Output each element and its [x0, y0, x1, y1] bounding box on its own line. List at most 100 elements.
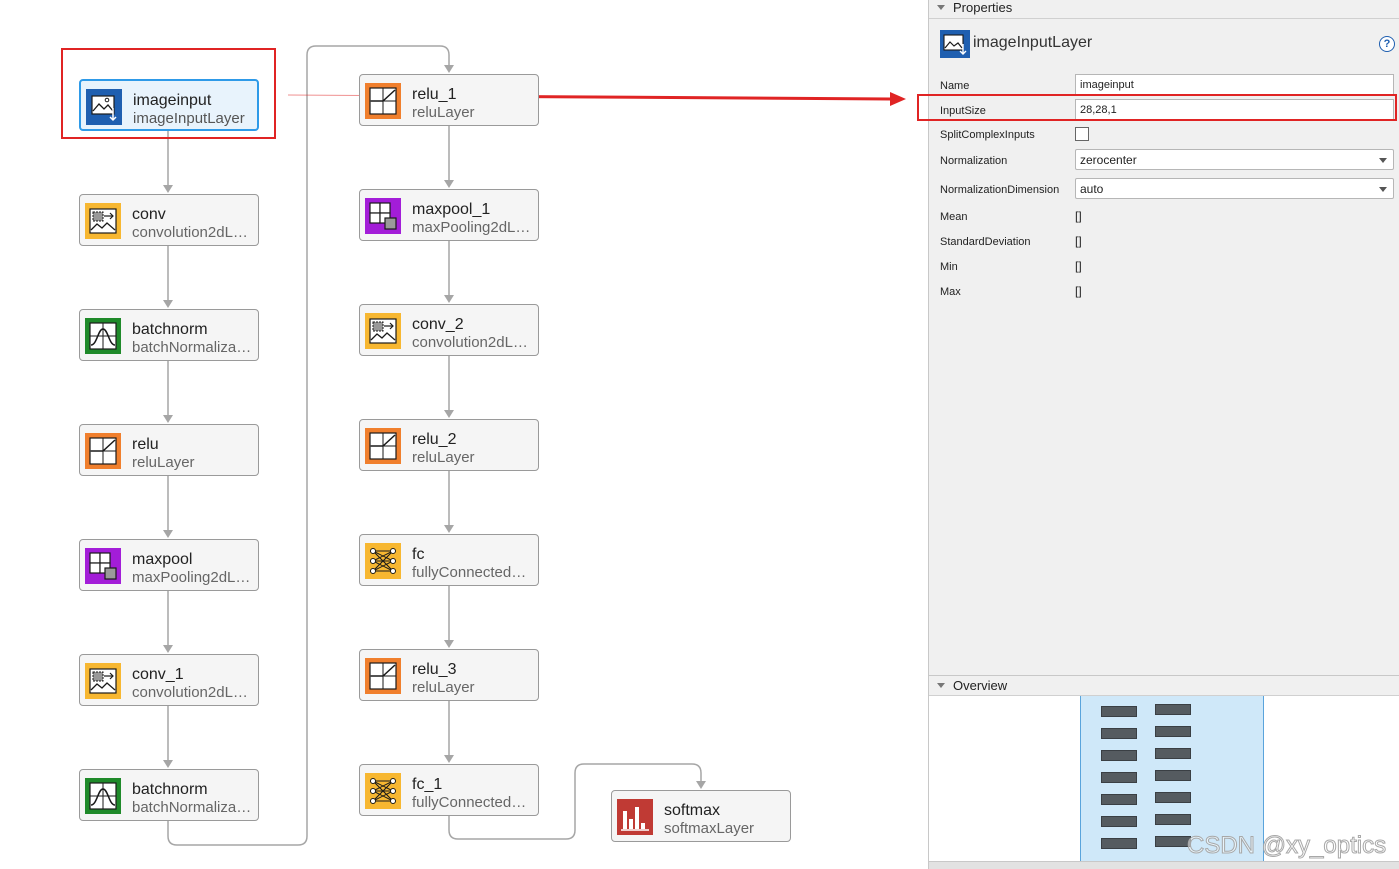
normalizationdimension-dropdown[interactable]: auto	[1075, 178, 1394, 199]
layer-node-relu-2[interactable]: relu_2 reluLayer	[359, 419, 539, 471]
layer-node-batchnorm-2[interactable]: batchnorm batchNormalizationLayer	[79, 769, 259, 821]
layer-node-conv-1[interactable]: conv_1 convolution2dLayer	[79, 654, 259, 706]
collapse-triangle-icon[interactable]	[937, 683, 945, 688]
overview-node	[1101, 728, 1137, 739]
splitcomplexinputs-checkbox[interactable]	[1075, 127, 1089, 141]
layer-type: fullyConnectedLayer	[412, 564, 534, 581]
layer-node-relu-3[interactable]: relu_3 reluLayer	[359, 649, 539, 701]
chevron-down-icon	[1379, 187, 1387, 192]
layer-type: batchNormalizationLayer	[132, 339, 254, 356]
layer-type: reluLayer	[412, 679, 475, 696]
layer-name: relu_1	[412, 86, 457, 103]
dropdown-value: auto	[1080, 182, 1104, 196]
network-canvas[interactable]: imageinput imageInputLayer conv convolut…	[0, 0, 928, 869]
min-value[interactable]: []	[1075, 259, 1082, 273]
layer-name: batchnorm	[132, 321, 208, 338]
convolution-icon	[365, 313, 401, 349]
layer-type: imageInputLayer	[133, 110, 245, 127]
image-input-icon	[940, 30, 970, 58]
dropdown-value: zerocenter	[1080, 153, 1137, 167]
help-icon[interactable]: ?	[1379, 36, 1395, 52]
property-label: Max	[940, 286, 961, 298]
overview-node	[1155, 726, 1191, 737]
layer-type: maxPooling2dLayer	[412, 219, 534, 236]
overview-section-header[interactable]: Overview	[929, 675, 1399, 696]
layer-node-maxpool-1[interactable]: maxpool_1 maxPooling2dLayer	[359, 189, 539, 241]
layer-name: fc	[412, 546, 425, 563]
layer-node-imageinput[interactable]: imageinput imageInputLayer	[79, 79, 259, 131]
property-row-standarddeviation: StandardDeviation []	[929, 230, 1399, 254]
overview-node	[1155, 814, 1191, 825]
relu-icon	[365, 83, 401, 119]
watermark: CSDN @xy_optics	[1186, 832, 1387, 860]
batch-normalization-icon	[85, 778, 121, 814]
overview-header-label: Overview	[953, 678, 1008, 693]
layer-type: reluLayer	[412, 449, 475, 466]
max-pooling-icon	[365, 198, 401, 234]
layer-node-relu-1[interactable]: relu_1 reluLayer	[359, 74, 539, 126]
layer-name: conv_2	[412, 316, 464, 333]
layer-name: conv	[132, 206, 166, 223]
properties-section-header[interactable]: Properties	[929, 0, 1399, 19]
collapse-triangle-icon[interactable]	[937, 5, 945, 10]
property-row-max: Max []	[929, 280, 1399, 304]
mean-value[interactable]: []	[1075, 209, 1082, 223]
overview-node	[1101, 838, 1137, 849]
layer-node-batchnorm[interactable]: batchnorm batchNormalizationLayer	[79, 309, 259, 361]
convolution-icon	[85, 663, 121, 699]
image-input-icon	[86, 89, 122, 125]
layer-name: batchnorm	[132, 781, 208, 798]
layer-node-conv-2[interactable]: conv_2 convolution2dLayer	[359, 304, 539, 356]
property-label: Name	[940, 80, 970, 92]
name-field[interactable]: imageinput	[1075, 74, 1394, 95]
property-row-normalizationdimension: NormalizationDimension auto	[929, 178, 1399, 202]
max-pooling-icon	[85, 548, 121, 584]
overview-node	[1155, 836, 1191, 847]
fully-connected-icon	[365, 543, 401, 579]
layer-type: convolution2dLayer	[412, 334, 534, 351]
max-value[interactable]: []	[1075, 284, 1082, 298]
overview-node	[1101, 816, 1137, 827]
layer-name: imageinput	[133, 92, 212, 109]
overview-node	[1155, 748, 1191, 759]
property-row-min: Min []	[929, 255, 1399, 279]
batch-normalization-icon	[85, 318, 121, 354]
overview-node	[1155, 704, 1191, 715]
layer-node-fc[interactable]: fc fullyConnectedLayer	[359, 534, 539, 586]
layer-type: softmaxLayer	[664, 820, 755, 837]
properties-panel: Properties imageInputLayer ? Name imagei…	[928, 0, 1399, 869]
layer-name: fc_1	[412, 776, 443, 793]
overview-node	[1101, 750, 1137, 761]
layer-name: conv_1	[132, 666, 184, 683]
layer-type: batchNormalizationLayer	[132, 799, 254, 816]
layer-name: relu_3	[412, 661, 457, 678]
relu-icon	[365, 658, 401, 694]
overview-node	[1101, 706, 1137, 717]
layer-type: convolution2dLayer	[132, 224, 254, 241]
property-label: Normalization	[940, 155, 1008, 167]
property-label: NormalizationDimension	[940, 184, 1060, 196]
layer-type: reluLayer	[412, 104, 475, 121]
layer-node-relu[interactable]: relu reluLayer	[79, 424, 259, 476]
property-row-mean: Mean []	[929, 205, 1399, 229]
deep-network-designer: imageinput imageInputLayer conv convolut…	[0, 0, 1399, 869]
layer-node-conv[interactable]: conv convolution2dLayer	[79, 194, 259, 246]
standarddeviation-value[interactable]: []	[1075, 234, 1082, 248]
layer-node-softmax[interactable]: softmax softmaxLayer	[611, 790, 791, 842]
property-label: SplitComplexInputs	[940, 129, 1035, 141]
relu-icon	[85, 433, 121, 469]
normalization-dropdown[interactable]: zerocenter	[1075, 149, 1394, 170]
property-label: Mean	[940, 211, 968, 223]
layer-node-maxpool[interactable]: maxpool maxPooling2dLayer	[79, 539, 259, 591]
overview-node	[1101, 794, 1137, 805]
property-label: StandardDeviation	[940, 236, 1031, 248]
chevron-down-icon	[1379, 158, 1387, 163]
overview-node	[1101, 772, 1137, 783]
relu-icon	[365, 428, 401, 464]
layer-name: maxpool	[132, 551, 193, 568]
layer-type: maxPooling2dLayer	[132, 569, 254, 586]
layer-node-fc-1[interactable]: fc_1 fullyConnectedLayer	[359, 764, 539, 816]
layer-name: maxpool_1	[412, 201, 491, 218]
property-label: Min	[940, 261, 958, 273]
panel-scrollbar[interactable]	[929, 861, 1399, 869]
